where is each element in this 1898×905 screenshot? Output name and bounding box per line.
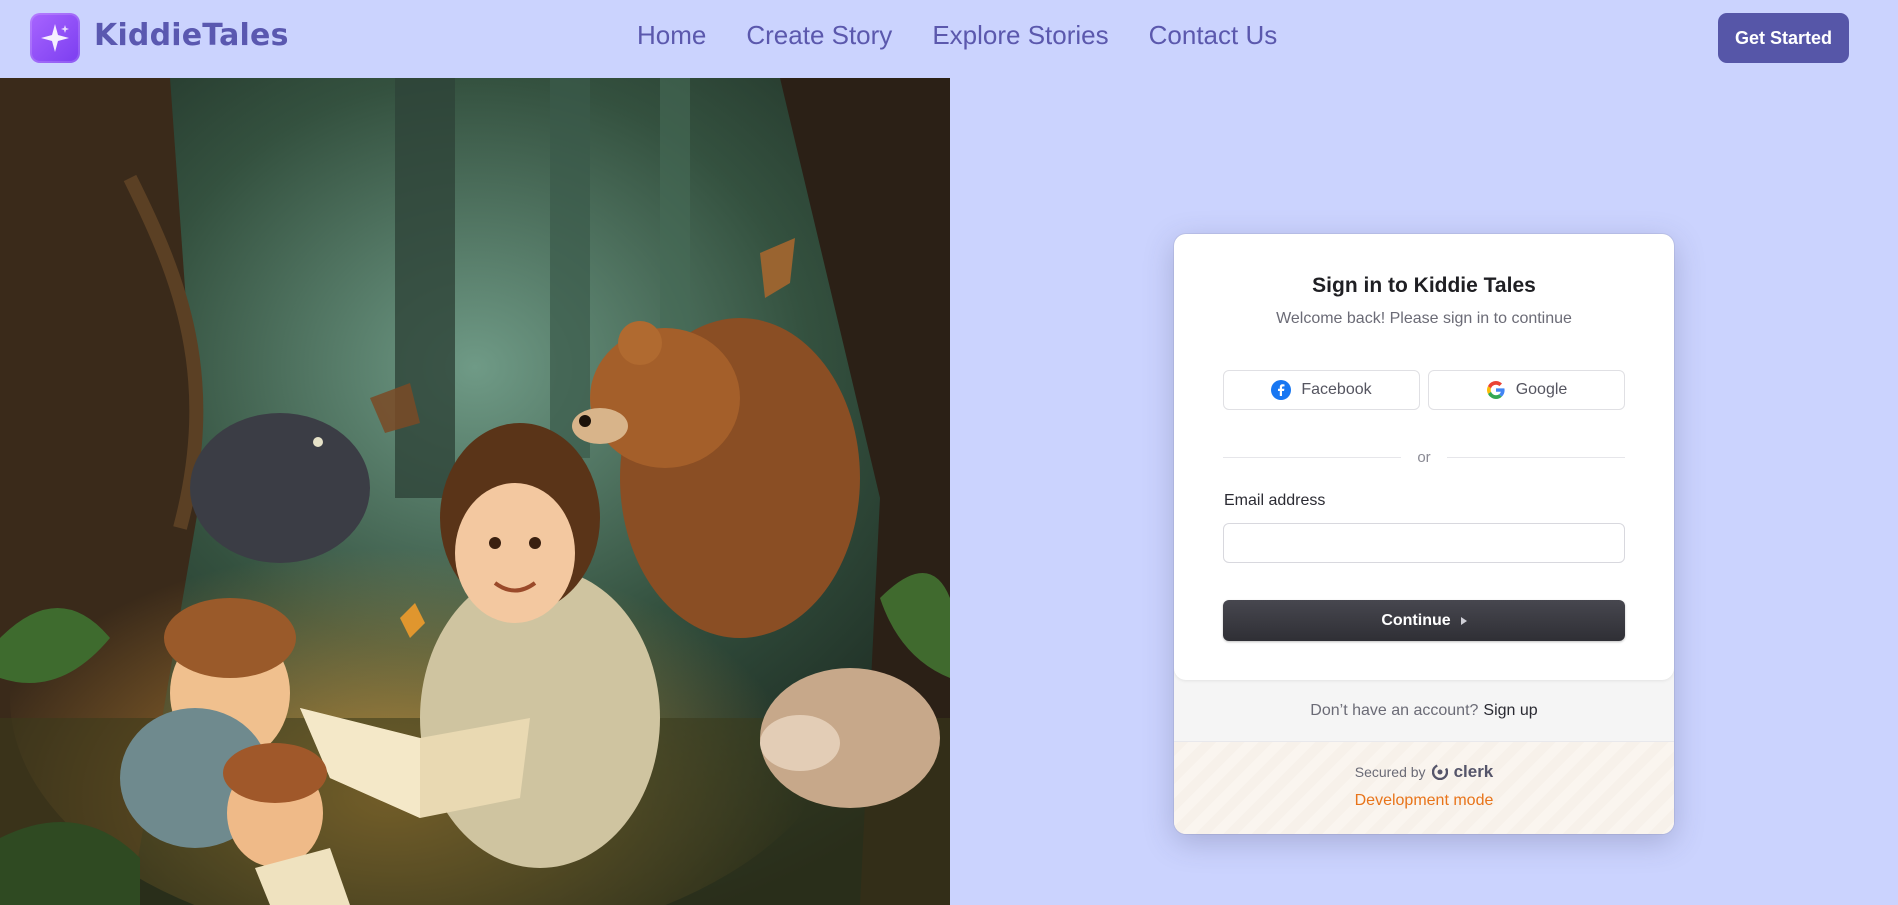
- facebook-label: Facebook: [1301, 381, 1372, 398]
- facebook-sign-in-button[interactable]: Facebook: [1223, 370, 1420, 410]
- development-mode-label: Development mode: [1354, 792, 1494, 809]
- sign-in-form-panel: Sign in to Kiddie Tales Welcome back! Pl…: [1174, 234, 1674, 680]
- sign-in-card: Sign in to Kiddie Tales Welcome back! Pl…: [1174, 234, 1674, 834]
- logo-sparkle-icon[interactable]: [30, 13, 80, 63]
- no-account-text: Don’t have an account?: [1310, 701, 1479, 719]
- get-started-button[interactable]: Get Started: [1718, 13, 1849, 63]
- top-navbar: KiddieTales Home Create Story Explore St…: [0, 0, 1898, 78]
- divider-text: or: [1417, 449, 1431, 466]
- nav-home[interactable]: Home: [637, 20, 706, 51]
- google-label: Google: [1515, 381, 1568, 398]
- sign-up-prompt: Don’t have an account? Sign up: [1174, 680, 1674, 742]
- google-icon: [1486, 381, 1505, 399]
- sign-in-subtitle: Welcome back! Please sign in to continue: [1276, 310, 1572, 327]
- forest-story-illustration: [0, 78, 950, 905]
- clerk-logo-icon[interactable]: [1431, 764, 1448, 780]
- brand-name[interactable]: KiddieTales: [94, 18, 289, 53]
- or-divider: or: [1223, 449, 1625, 466]
- nav-contact-us[interactable]: Contact Us: [1149, 20, 1278, 51]
- nav-create-story[interactable]: Create Story: [746, 20, 892, 51]
- continue-button[interactable]: Continue: [1223, 600, 1625, 641]
- secured-by-text: Secured by: [1354, 764, 1426, 780]
- caret-right-icon: [1460, 616, 1467, 625]
- google-sign-in-button[interactable]: Google: [1428, 370, 1625, 410]
- email-input[interactable]: [1223, 523, 1625, 563]
- sign-up-link[interactable]: Sign up: [1483, 702, 1537, 720]
- sign-in-title: Sign in to Kiddie Tales: [1312, 274, 1536, 297]
- nav-explore-stories[interactable]: Explore Stories: [932, 20, 1108, 51]
- secured-by-row: Secured by clerk: [1174, 762, 1674, 782]
- clerk-wordmark[interactable]: clerk: [1454, 762, 1494, 782]
- email-label: Email address: [1224, 492, 1326, 509]
- divider-line-left: [1223, 457, 1402, 458]
- main-nav: Home Create Story Explore Stories Contac…: [637, 20, 1277, 51]
- continue-label: Continue: [1381, 611, 1451, 629]
- secured-by-footer: Secured by clerk Development mode: [1174, 742, 1674, 834]
- divider-line-right: [1446, 457, 1625, 458]
- facebook-icon: [1271, 380, 1292, 400]
